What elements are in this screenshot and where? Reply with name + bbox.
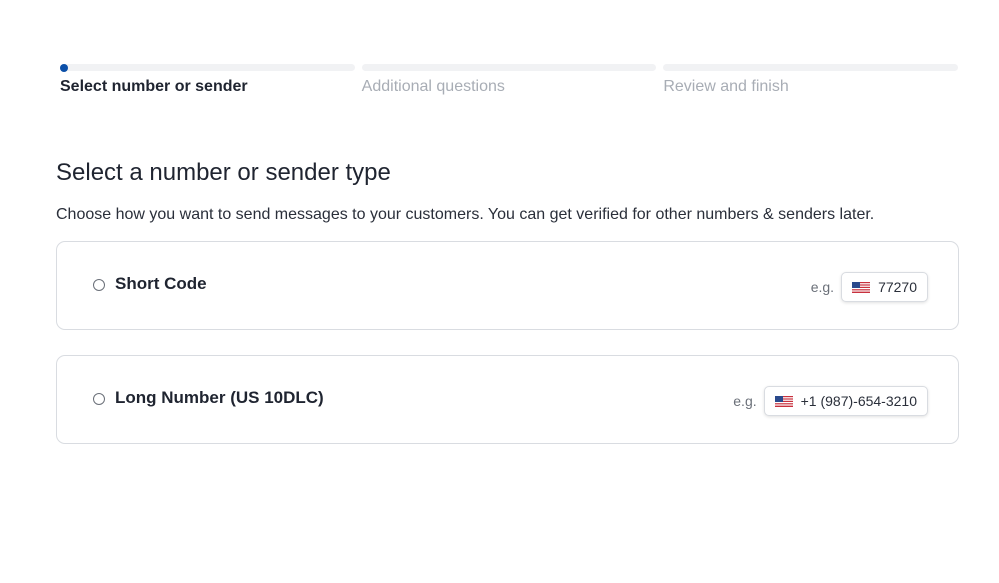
option-card-short-code[interactable]: Short Code e.g. 77270 [56,241,959,330]
progress-stepper: Select number or sender Additional quest… [60,63,959,96]
option-label: Long Number (US 10DLC) [115,388,324,407]
step-label: Select number or sender [60,78,248,95]
example-chip: 77270 [841,272,928,302]
page-description: Choose how you want to send messages to … [56,206,875,223]
example-container: e.g. 77270 [811,272,928,302]
current-step-dot-icon [60,63,68,72]
step-track [663,64,959,71]
example-chip: +1 (987)-654-3210 [763,386,928,416]
example-prefix: e.g. [733,393,757,409]
step-track [361,64,657,71]
option-label: Short Code [115,274,207,293]
long-number-radio[interactable] [93,393,105,405]
us-flag-icon [774,395,793,407]
step-track [60,63,355,72]
step-select-number: Select number or sender [60,63,355,96]
example-value: 77270 [878,279,917,295]
step-label: Review and finish [663,78,789,95]
example-prefix: e.g. [810,279,835,295]
us-flag-icon [852,281,871,293]
option-card-long-number[interactable]: Long Number (US 10DLC) e.g. +1 (987)-654… [56,355,959,444]
example-value: +1 (987)-654-3210 [800,393,917,409]
example-container: e.g. +1 (987)-654-3210 [733,386,928,416]
short-code-radio[interactable] [93,279,105,291]
page-title: Select a number or sender type [56,159,391,186]
step-label: Additional questions [361,78,505,95]
step-additional-questions: Additional questions [361,64,657,96]
step-review-finish: Review and finish [663,64,959,96]
